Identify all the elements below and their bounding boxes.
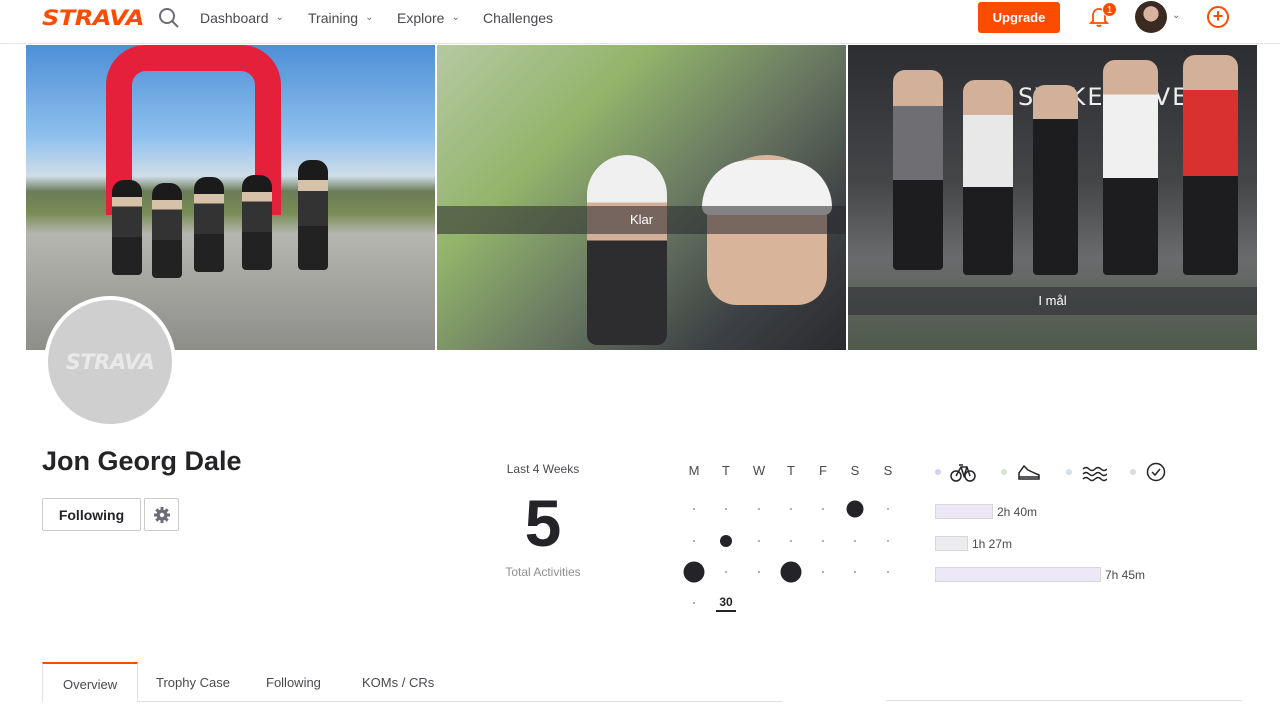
nav-dashboard-label: Dashboard xyxy=(200,10,269,26)
nav-dashboard[interactable]: Dashboard ⌄ xyxy=(200,10,284,26)
calendar-day-empty xyxy=(693,508,695,510)
duration-label-week-3: 7h 45m xyxy=(1105,568,1146,582)
notification-badge: 1 xyxy=(1102,2,1117,17)
nav-training[interactable]: Training ⌄ xyxy=(308,10,373,26)
sport-color-dot xyxy=(1066,469,1072,475)
nav-challenges-label: Challenges xyxy=(483,10,554,26)
athlete-name: Jon Georg Dale xyxy=(42,446,242,476)
calendar-day-empty xyxy=(758,571,760,573)
rider-figure xyxy=(893,70,943,270)
calendar-day-empty xyxy=(887,508,889,510)
sport-color-dot xyxy=(1130,469,1136,475)
calendar-day-empty xyxy=(693,602,695,604)
rider-figure xyxy=(963,80,1013,275)
rider-figure xyxy=(194,177,224,272)
duration-bar-week-2 xyxy=(935,536,968,551)
cover-photo-2[interactable]: Klar xyxy=(437,45,846,350)
rider-figure xyxy=(298,160,328,270)
bike-icon xyxy=(950,464,976,482)
day-header-sun: S xyxy=(883,463,893,478)
day-header-sat: S xyxy=(850,463,860,478)
day-header-mon: M xyxy=(688,463,700,478)
period-label: Last 4 Weeks xyxy=(506,462,580,476)
calendar-day-empty xyxy=(854,540,856,542)
calendar-day-activity[interactable] xyxy=(780,561,802,583)
day-header-wed: W xyxy=(752,463,766,478)
user-avatar[interactable] xyxy=(1135,1,1167,33)
calendar-day-empty xyxy=(758,508,760,510)
calendar-day-empty xyxy=(887,571,889,573)
chevron-down-icon[interactable]: ⌄ xyxy=(1172,10,1180,21)
duration-label-week-1: 2h 40m xyxy=(997,505,1038,519)
gear-icon xyxy=(153,506,170,523)
sidebar-divider xyxy=(886,700,1242,701)
top-navigation-bar: STRAVA Dashboard ⌄ Training ⌄ Explore ⌄ … xyxy=(0,0,1280,44)
profile-avatar[interactable]: STRAVA xyxy=(44,296,176,428)
profile-tabs: Overview Trophy Case Following KOMs / CR… xyxy=(42,662,782,703)
calendar-day-empty xyxy=(822,571,824,573)
calendar-day-empty xyxy=(854,571,856,573)
photo-caption-klar: Klar xyxy=(437,206,846,234)
settings-button[interactable] xyxy=(144,498,179,531)
run-shoe-icon xyxy=(1018,464,1040,480)
calendar-day-empty xyxy=(822,540,824,542)
sport-filter-ride[interactable] xyxy=(935,461,976,483)
tab-trophy-case[interactable]: Trophy Case xyxy=(136,662,250,702)
tab-koms-crs[interactable]: KOMs / CRs xyxy=(342,662,454,702)
calendar-day-empty xyxy=(887,540,889,542)
nav-explore-label: Explore xyxy=(397,10,445,26)
calendar-day-empty xyxy=(725,508,727,510)
add-activity-icon[interactable]: + xyxy=(1207,6,1229,28)
calendar-day-empty xyxy=(790,508,792,510)
rider-figure xyxy=(1103,60,1158,275)
sport-filter-run[interactable] xyxy=(1001,461,1042,483)
search-icon[interactable] xyxy=(158,7,180,29)
photo-caption-i-mal: I mål xyxy=(848,287,1257,315)
calendar-day-activity[interactable] xyxy=(846,500,864,518)
calendar-day-empty xyxy=(790,540,792,542)
rider-figure xyxy=(112,180,142,275)
day-header-thu: T xyxy=(787,463,795,478)
strava-logo[interactable]: STRAVA xyxy=(42,6,144,30)
nav-training-label: Training xyxy=(308,10,359,26)
day-header-tue: T xyxy=(722,463,730,478)
chevron-down-icon: ⌄ xyxy=(365,11,374,23)
calendar-day-empty xyxy=(693,540,695,542)
nav-challenges[interactable]: Challenges xyxy=(483,10,553,26)
calendar-day-activity[interactable] xyxy=(683,561,705,583)
nav-explore[interactable]: Explore ⌄ xyxy=(397,10,460,26)
total-activities-label: Total Activities xyxy=(505,565,581,579)
calendar-day-empty xyxy=(822,508,824,510)
duration-label-week-2: 1h 27m xyxy=(972,537,1013,551)
rider-figure xyxy=(1033,85,1078,275)
rider-figure xyxy=(152,183,182,278)
avatar-placeholder-text: STRAVA xyxy=(65,350,155,374)
sport-color-dot xyxy=(1001,469,1007,475)
sport-color-dot xyxy=(935,469,941,475)
calendar-day-empty xyxy=(725,571,727,573)
cover-photo-3[interactable]: SYKKE RØVEN I mål xyxy=(848,45,1257,350)
following-button[interactable]: Following xyxy=(42,498,141,531)
sport-filter-other[interactable] xyxy=(1130,461,1167,483)
tab-following[interactable]: Following xyxy=(246,662,341,702)
chevron-down-icon: ⌄ xyxy=(275,11,284,23)
rider-figure xyxy=(587,155,667,345)
duration-bar-week-1 xyxy=(935,504,993,519)
rider-figure xyxy=(1183,55,1238,275)
clock-icon xyxy=(1146,462,1166,482)
calendar-day-activity[interactable] xyxy=(720,535,732,547)
sport-filter-swim[interactable] xyxy=(1066,461,1107,483)
rider-figure xyxy=(242,175,272,270)
calendar-today-date: 30 xyxy=(716,595,736,612)
tab-overview[interactable]: Overview xyxy=(42,662,139,703)
day-header-fri: F xyxy=(819,463,827,478)
upgrade-button[interactable]: Upgrade xyxy=(978,2,1060,33)
duration-bar-week-3 xyxy=(935,567,1101,582)
calendar-day-empty xyxy=(758,540,760,542)
total-activities-count: 5 xyxy=(524,486,562,560)
chevron-down-icon: ⌄ xyxy=(451,11,460,23)
swim-icon xyxy=(1082,466,1107,482)
